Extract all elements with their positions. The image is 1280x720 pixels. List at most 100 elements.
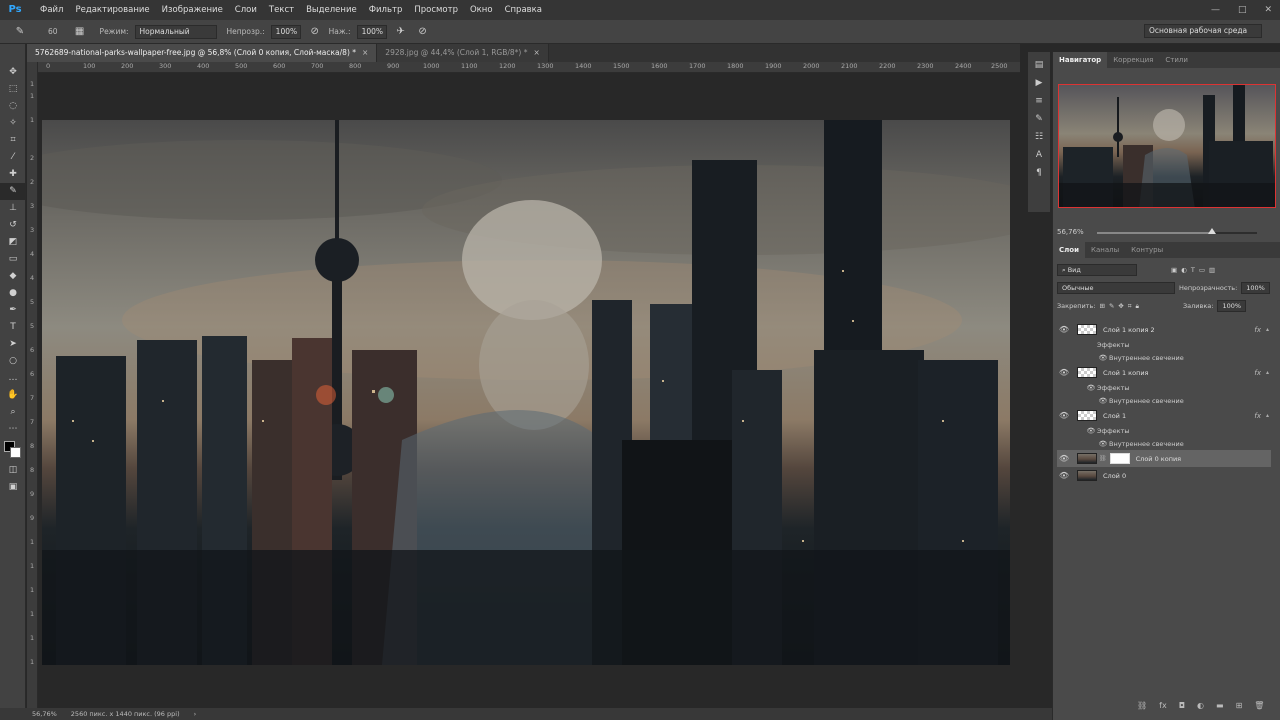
color-swatches[interactable] (0, 438, 26, 462)
brushes-panel-icon[interactable]: ✎ (1028, 110, 1050, 128)
brush-size[interactable]: 60 (48, 27, 58, 36)
close-button[interactable]: ✕ (1264, 5, 1272, 15)
history-brush-tool-icon[interactable]: ↺ (0, 217, 26, 234)
effects-eye-icon[interactable]: 👁︎ (1085, 427, 1097, 435)
menu-select[interactable]: Выделение (300, 0, 363, 20)
delete-layer-icon[interactable]: 🗑︎ (1254, 701, 1264, 710)
close-tab-icon[interactable]: × (362, 48, 368, 57)
document-tab-active[interactable]: 5762689-national-parks-wallpaper-free.jp… (27, 44, 378, 62)
effects-eye-icon[interactable]: 👁︎ (1085, 384, 1097, 392)
maximize-button[interactable]: □ (1238, 5, 1247, 15)
navigator-zoom-value[interactable]: 56,76% (1057, 228, 1084, 236)
layer-name[interactable]: Слой 1 (1103, 412, 1126, 420)
marquee-tool-icon[interactable]: ⬚ (0, 81, 26, 98)
airbrush-icon[interactable]: ✈ (393, 24, 409, 40)
eraser-tool-icon[interactable]: ◩ (0, 234, 26, 251)
filter-pixel-icon[interactable]: ▣ (1171, 266, 1177, 274)
navigator-zoom-slider[interactable] (1097, 228, 1257, 234)
mode-select[interactable]: Нормальный (134, 24, 217, 39)
fx-expand-icon[interactable]: ▴ (1266, 369, 1269, 376)
artwork-image[interactable] (42, 120, 1010, 665)
pressure-opacity-icon[interactable]: ⊘ (307, 24, 323, 40)
visibility-eye-icon[interactable]: 👁︎ (1057, 368, 1071, 377)
visibility-eye-icon[interactable]: 👁︎ (1057, 325, 1071, 334)
properties-panel-icon[interactable]: ≡ (1028, 92, 1050, 110)
character-panel-icon[interactable]: A (1028, 146, 1050, 164)
move-tool-icon[interactable]: ✥ (0, 64, 26, 81)
menu-view[interactable]: Просмотр (408, 0, 464, 20)
add-style-icon[interactable]: fx (1159, 701, 1167, 710)
tab-layers[interactable]: Слои (1053, 242, 1085, 258)
document-canvas-area[interactable] (38, 73, 1028, 720)
brush-presets-icon[interactable]: ☷ (1028, 128, 1050, 146)
menu-layers[interactable]: Слои (229, 0, 263, 20)
layer-name[interactable]: Слой 0 (1103, 472, 1126, 480)
add-mask-icon[interactable]: ◘ (1179, 701, 1185, 710)
effect-eye-icon[interactable]: 👁︎ (1097, 397, 1109, 405)
filter-smart-object-icon[interactable]: ▥ (1209, 266, 1215, 274)
tab-adjustments[interactable]: Коррекция (1107, 52, 1159, 68)
lock-position-icon[interactable]: ✥ (1118, 302, 1123, 310)
menu-window[interactable]: Окно (464, 0, 499, 20)
visibility-eye-icon[interactable]: 👁︎ (1057, 471, 1071, 480)
fx-expand-icon[interactable]: ▴ (1266, 326, 1269, 333)
opacity-input[interactable]: 100% (270, 24, 301, 39)
effect-eye-icon[interactable]: 👁︎ (1097, 440, 1109, 448)
menu-edit[interactable]: Редактирование (69, 0, 155, 20)
mask-link-icon[interactable]: ⛓︎ (1099, 455, 1107, 462)
filter-adjustment-icon[interactable]: ◐ (1181, 266, 1187, 274)
eyedropper-tool-icon[interactable]: ⁄ (0, 149, 26, 166)
menu-help[interactable]: Справка (499, 0, 548, 20)
layer-name[interactable]: Слой 1 копия (1103, 369, 1148, 377)
minimize-button[interactable]: — (1211, 5, 1220, 15)
layer-row[interactable]: 👁︎ Слой 1 fx ▴ (1057, 407, 1271, 424)
filter-shape-icon[interactable]: ▭ (1199, 266, 1205, 274)
screen-mode-icon[interactable]: ▣ (0, 479, 26, 496)
new-group-icon[interactable]: ▬ (1216, 701, 1224, 710)
effects-row[interactable]: 👁︎ Эффекты (1057, 381, 1275, 394)
brush-tool-icon[interactable]: ✎ (0, 183, 26, 200)
effects-row[interactable]: 👁︎ Эффекты (1057, 424, 1275, 437)
blend-mode-select[interactable]: Обычные (1057, 282, 1175, 294)
shape-tool-icon[interactable]: ○ (0, 353, 26, 370)
hand-tool-icon[interactable]: ✋ (0, 387, 26, 404)
dodge-tool-icon[interactable]: ● (0, 285, 26, 302)
effect-row[interactable]: 👁︎ Внутреннее свечение (1057, 394, 1275, 407)
lock-pixels-icon[interactable]: ✎ (1109, 302, 1114, 310)
layer-row[interactable]: 👁︎ Слой 0 (1057, 467, 1271, 484)
tab-navigator[interactable]: Навигатор (1053, 52, 1108, 68)
visibility-eye-icon[interactable]: 👁︎ (1057, 411, 1071, 420)
effect-eye-icon[interactable]: 👁︎ (1097, 354, 1109, 362)
layer-row[interactable]: 👁︎ Слой 1 копия 2 fx ▴ (1057, 321, 1271, 338)
layer-fill-input[interactable]: 100% (1217, 300, 1247, 312)
menu-type[interactable]: Текст (263, 0, 300, 20)
gradient-tool-icon[interactable]: ▭ (0, 251, 26, 268)
effects-row[interactable]: Эффекты (1057, 338, 1275, 351)
brush-tool-preset-icon[interactable]: ✎ (12, 24, 28, 40)
type-tool-icon[interactable]: T (0, 319, 26, 336)
quick-select-tool-icon[interactable]: ✧ (0, 115, 26, 132)
layer-row[interactable]: 👁︎ Слой 1 копия fx ▴ (1057, 364, 1271, 381)
lock-all-icon[interactable]: 🔒︎ (1136, 302, 1139, 311)
ruler-vertical[interactable]: 1 1 1 2 2 3 3 4 4 5 5 6 6 7 7 8 8 9 9 1 … (27, 62, 38, 708)
document-tab[interactable]: 2928.jpg @ 44,4% (Слой 1, RGB/8*) * × (377, 44, 549, 62)
zoom-tool-icon[interactable]: ⌕ (0, 404, 26, 421)
history-panel-icon[interactable]: ▤ (1028, 56, 1050, 74)
lock-transparent-icon[interactable]: ⊞ (1099, 302, 1104, 310)
healing-brush-tool-icon[interactable]: ✚ (0, 166, 26, 183)
navigator-zoom-slider-knob[interactable] (1208, 228, 1217, 234)
brush-panel-icon[interactable]: ▦ (72, 24, 88, 40)
quick-mask-icon[interactable]: ◫ (0, 462, 26, 479)
layer-fx-icon[interactable]: fx (1254, 412, 1261, 420)
visibility-eye-icon[interactable]: 👁︎ (1057, 454, 1071, 463)
lock-artboard-icon[interactable]: ⌗ (1128, 302, 1132, 311)
toolbar-extra-icon[interactable]: ⋯ (0, 421, 26, 438)
new-layer-icon[interactable]: ⊞ (1236, 701, 1243, 710)
effect-row[interactable]: 👁︎ Внутреннее свечение (1057, 437, 1275, 450)
paragraph-panel-icon[interactable]: ¶ (1028, 164, 1050, 182)
blur-tool-icon[interactable]: ◆ (0, 268, 26, 285)
layer-filter-select[interactable]: ⌕ Вид (1057, 264, 1137, 276)
effect-row[interactable]: 👁︎ Внутреннее свечение (1057, 351, 1275, 364)
tab-paths[interactable]: Контуры (1125, 242, 1169, 258)
pressure-size-icon[interactable]: ⊘ (415, 24, 431, 40)
